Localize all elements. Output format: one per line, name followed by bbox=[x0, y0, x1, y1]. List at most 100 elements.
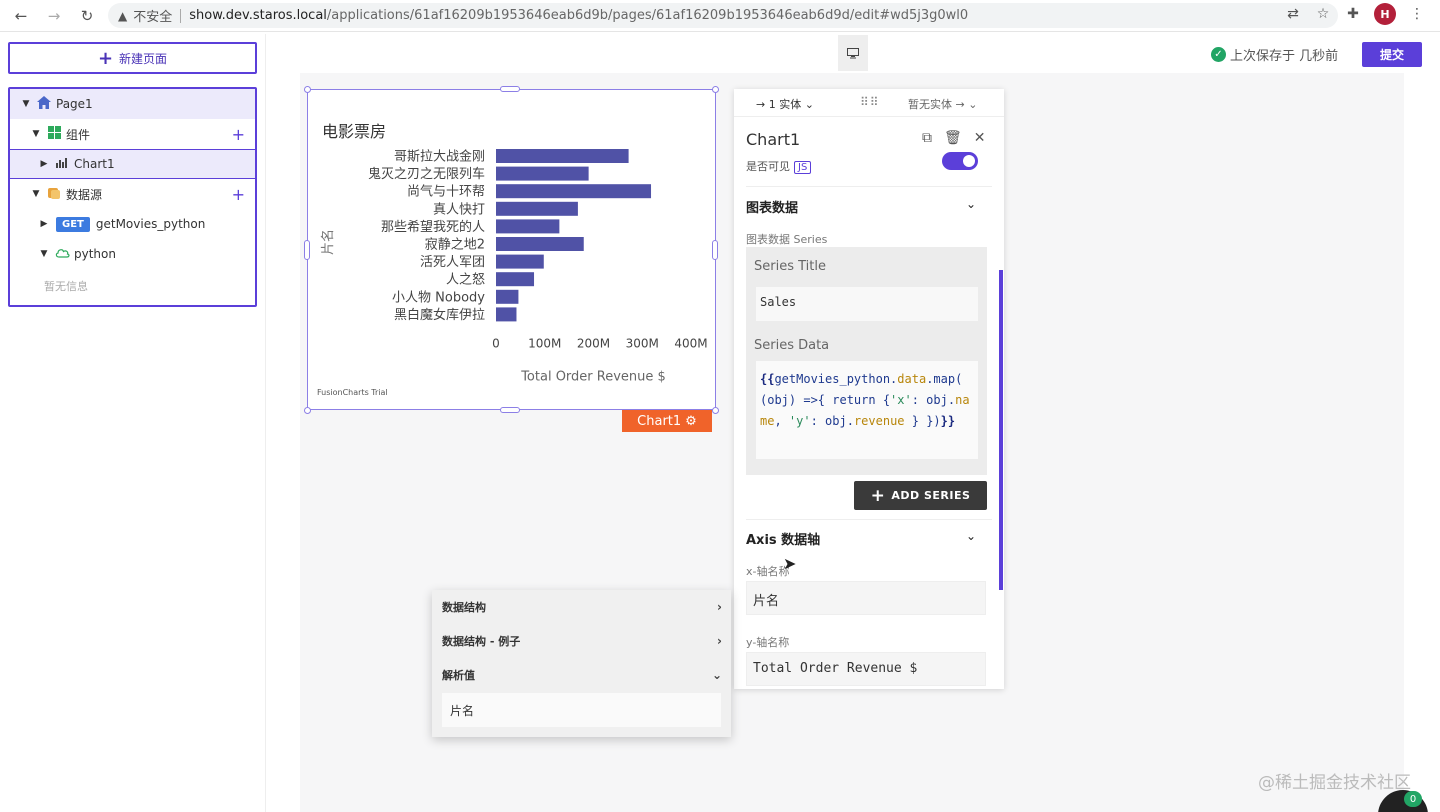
reload-icon[interactable]: ↻ bbox=[76, 5, 98, 27]
category-label: 哥斯拉大战金刚 bbox=[394, 149, 485, 165]
tree-item-components[interactable]: ▼ 组件 + bbox=[10, 119, 255, 149]
drag-grip-icon[interactable]: ⠿⠿ bbox=[860, 95, 880, 109]
series-title-input[interactable]: Sales bbox=[756, 287, 978, 321]
save-status-text: 上次保存于 几秒前 bbox=[1230, 49, 1339, 64]
series-title-label: Series Title bbox=[754, 259, 826, 274]
add-series-button[interactable]: + ADD SERIES bbox=[854, 481, 987, 510]
caret-down-icon[interactable]: ▼ bbox=[30, 189, 42, 199]
check-icon: ✓ bbox=[1211, 47, 1226, 62]
browser-actions: ⇄ ☆ ✚ H ⋮ bbox=[1284, 3, 1440, 25]
visible-switch[interactable] bbox=[942, 152, 978, 170]
browser-toolbar: ← → ↻ ▲ 不安全 show.dev.staros.local /appli… bbox=[0, 0, 1440, 32]
resize-handle-top-left[interactable] bbox=[304, 86, 311, 93]
bar bbox=[496, 289, 519, 304]
translate-icon[interactable]: ⇄ bbox=[1284, 6, 1302, 22]
close-icon[interactable]: ✕ bbox=[974, 130, 986, 146]
tree-item-query[interactable]: ▶ GET getMovies_python bbox=[10, 209, 255, 239]
new-page-button[interactable]: + 新建页面 bbox=[8, 42, 257, 74]
new-page-label: 新建页面 bbox=[119, 51, 168, 66]
mouse-cursor-icon: ➤ bbox=[783, 554, 797, 573]
chart-widget[interactable]: 电影票房 哥斯拉大战金刚 鬼灭之刃之无限列车 尚气与十环帮 真人快打 那些希望我死的人寂… bbox=[307, 89, 716, 410]
url-path: /applications/61af16209b1953646eab6d9b/p… bbox=[326, 8, 969, 23]
chart-watermark: FusionCharts Trial bbox=[317, 388, 388, 397]
category-label: 活死人军团 bbox=[420, 255, 485, 270]
tree-item-page[interactable]: ▼ Page1 bbox=[10, 89, 255, 119]
category-label: 真人快打 bbox=[433, 202, 485, 217]
add-widget-icon[interactable]: + bbox=[232, 125, 245, 144]
tree-empty-row: 暂无信息 bbox=[10, 271, 255, 301]
caret-right-icon[interactable]: ▶ bbox=[38, 159, 50, 169]
copy-icon[interactable]: ⧉ bbox=[922, 130, 932, 146]
series-data-code-editor[interactable]: {{getMovies_python.data.map( (obj) =>{ r… bbox=[756, 361, 978, 459]
data-structure-row[interactable]: 数据结构 › bbox=[442, 597, 722, 617]
js-toggle-chip[interactable]: JS bbox=[794, 161, 812, 174]
star-icon[interactable]: ☆ bbox=[1314, 6, 1332, 22]
widget-name-title[interactable]: Chart1 bbox=[746, 130, 800, 149]
delete-icon[interactable]: 🗑 bbox=[944, 130, 962, 146]
extensions-icon[interactable]: ✚ bbox=[1344, 6, 1362, 22]
chevron-down-icon: ⌄ bbox=[711, 668, 722, 682]
http-method-badge: GET bbox=[56, 216, 90, 232]
chevron-down-icon[interactable]: ⌄ bbox=[966, 529, 976, 543]
chevron-right-icon: › bbox=[717, 634, 722, 648]
empty-label: 暂无信息 bbox=[44, 280, 88, 293]
chart-data-section-title[interactable]: 图表数据 bbox=[746, 197, 798, 216]
plus-icon: + bbox=[97, 47, 114, 69]
resize-handle-bottom-right[interactable] bbox=[712, 407, 719, 414]
evaluated-value-row[interactable]: 解析值 ⌄ bbox=[442, 665, 722, 685]
x-tick-label: 300M bbox=[626, 336, 659, 350]
forward-icon[interactable]: → bbox=[43, 5, 65, 27]
x-tick-label: 100M bbox=[528, 336, 561, 350]
resize-handle-left[interactable] bbox=[304, 240, 310, 260]
back-icon[interactable]: ← bbox=[10, 5, 32, 27]
property-pane: → 1 实体 ⌄ ⠿⠿ 暂无实体 → ⌄ Chart1 ⧉ 🗑 ✕ 是否可见 JS… bbox=[734, 89, 1004, 689]
tree-item-datasources[interactable]: ▼ 数据源 + bbox=[10, 179, 255, 209]
y-axis-title: 片名 bbox=[320, 229, 336, 255]
bar bbox=[496, 149, 629, 163]
caret-right-icon[interactable]: ▶ bbox=[38, 219, 50, 229]
settings-gear-icon[interactable]: ⚙ bbox=[685, 414, 697, 429]
caret-down-icon[interactable]: ▼ bbox=[30, 129, 42, 139]
url-host: show.dev.staros.local bbox=[189, 8, 327, 23]
desktop-preview-icon[interactable] bbox=[838, 35, 868, 71]
resize-handle-top[interactable] bbox=[500, 86, 520, 92]
data-structure-example-row[interactable]: 数据结构 - 例子 › bbox=[442, 631, 722, 651]
resize-handle-right[interactable] bbox=[712, 240, 718, 260]
evaluated-value-output: 片名 bbox=[442, 693, 721, 727]
visible-label: 是否可见 bbox=[746, 160, 790, 173]
submit-button[interactable]: 提交 bbox=[1362, 42, 1422, 67]
more-menu-icon[interactable]: ⋮ bbox=[1408, 6, 1426, 22]
resize-handle-top-right[interactable] bbox=[712, 86, 719, 93]
warning-icon: ▲ bbox=[118, 8, 128, 23]
tree-item-datasource-python[interactable]: ▼ python bbox=[10, 239, 255, 269]
page-name: Page1 bbox=[56, 97, 93, 111]
widget-name-tag[interactable]: Chart1 ⚙ bbox=[622, 410, 712, 432]
series-card: Series Title Sales Series Data {{getMovi… bbox=[746, 247, 987, 475]
widgets-icon bbox=[46, 126, 62, 142]
address-bar[interactable]: ▲ 不安全 show.dev.staros.local /application… bbox=[108, 3, 1338, 28]
evaluated-value-popup: 数据结构 › 数据结构 - 例子 › 解析值 ⌄ 片名 bbox=[432, 590, 731, 737]
notification-count: 0 bbox=[1404, 791, 1422, 807]
data-structure-label: 数据结构 bbox=[442, 601, 486, 614]
bar bbox=[496, 237, 584, 251]
category-label: 寂静之地2 bbox=[425, 237, 485, 253]
incoming-entities[interactable]: → 1 实体 ⌄ bbox=[756, 96, 814, 112]
resize-handle-bottom-left[interactable] bbox=[304, 407, 311, 414]
add-datasource-icon[interactable]: + bbox=[232, 185, 245, 204]
x-tick-label: 200M bbox=[577, 336, 610, 350]
x-axis-title: Total Order Revenue $ bbox=[520, 369, 666, 384]
resize-handle-bottom[interactable] bbox=[500, 407, 520, 413]
bar-chart: 哥斯拉大战金刚鬼灭之刃之无限列车尚气与十环帮真人快打那些希望我死的人寂静之地2 活… bbox=[320, 149, 708, 385]
datasources-label: 数据源 bbox=[66, 187, 103, 202]
y-axis-input[interactable]: Total Order Revenue $ bbox=[746, 652, 986, 686]
caret-down-icon[interactable]: ▼ bbox=[20, 99, 32, 109]
chevron-down-icon[interactable]: ⌄ bbox=[966, 197, 976, 211]
datasource-name: python bbox=[74, 247, 116, 261]
axis-section-title[interactable]: Axis 数据轴 bbox=[746, 529, 820, 548]
caret-down-icon[interactable]: ▼ bbox=[38, 249, 50, 259]
tree-item-chart[interactable]: ▶ Chart1 bbox=[10, 149, 255, 179]
outgoing-entities[interactable]: 暂无实体 → ⌄ bbox=[908, 96, 977, 112]
profile-avatar[interactable]: H bbox=[1374, 3, 1396, 25]
property-pane-scrollbar[interactable] bbox=[999, 270, 1003, 590]
x-axis-input[interactable]: 片名 bbox=[746, 581, 986, 615]
